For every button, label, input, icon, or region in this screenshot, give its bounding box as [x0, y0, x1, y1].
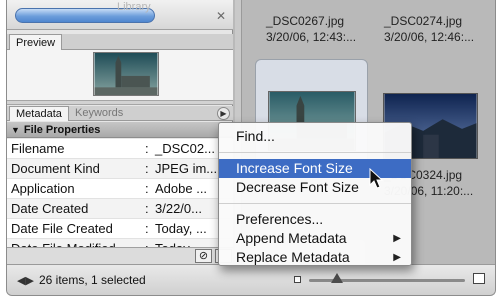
- left-panel: Library ✕ Preview Metadata Keywords ▶ ▼ …: [7, 0, 233, 264]
- row-key: Filename: [11, 141, 65, 156]
- row-value: Today, ...: [155, 221, 207, 236]
- library-label: Library: [117, 1, 151, 13]
- row-sep: :: [145, 239, 149, 247]
- metadata-row: Document Kind : JPEG im...: [7, 159, 233, 179]
- metadata-row: Application : Adobe ...: [7, 179, 233, 199]
- close-icon[interactable]: ✕: [213, 8, 229, 24]
- file-properties-header[interactable]: ▼ File Properties: [7, 122, 233, 138]
- small-thumbnail-icon[interactable]: [294, 276, 301, 283]
- status-text: 26 items, 1 selected: [39, 273, 146, 287]
- folders-strip: Library ✕: [7, 0, 233, 30]
- thumb-date: 3/20/06, 12:46:...: [384, 30, 475, 44]
- row-key: Date Created: [11, 201, 89, 216]
- metadata-tabbar: Metadata Keywords ▶: [7, 106, 233, 121]
- thumb-filename: _DSC0274.jpg: [384, 14, 463, 28]
- menu-item-append-metadata[interactable]: Append Metadata ▶: [219, 229, 411, 248]
- tab-preview[interactable]: Preview: [9, 34, 63, 50]
- preview-image: [93, 52, 159, 96]
- status-bar: ◀▶ 26 items, 1 selected: [7, 264, 495, 295]
- row-value: _DSC02...: [155, 141, 215, 156]
- menu-item-label: Find...: [236, 128, 275, 144]
- row-value: Today, ...: [155, 239, 207, 247]
- left-right-arrows-icon[interactable]: ◀▶: [17, 274, 34, 287]
- row-value: Adobe ...: [155, 181, 208, 196]
- row-key: Application: [11, 181, 75, 196]
- right-triangle-icon: ▶: [220, 109, 227, 118]
- thumb-date: 3/20/06, 12:43:...: [266, 30, 357, 44]
- menu-item-label: Decrease Font Size: [236, 179, 359, 195]
- row-sep: :: [145, 181, 149, 196]
- tab-keywords[interactable]: Keywords: [69, 106, 129, 121]
- mouse-pointer-icon: [369, 168, 383, 189]
- row-sep: :: [145, 201, 149, 216]
- preview-pane: [7, 50, 233, 100]
- row-key: Document Kind: [11, 161, 100, 176]
- metadata-row: Date Created : 3/22/0...: [7, 199, 233, 219]
- metadata-row: Filename : _DSC02...: [7, 139, 233, 159]
- submenu-arrow-icon: ▶: [393, 252, 401, 263]
- metadata-list: Filename : _DSC02... Document Kind : JPE…: [7, 139, 233, 247]
- panel-footer: ⊘: [7, 247, 233, 264]
- row-value: JPEG im...: [155, 161, 218, 176]
- metadata-row: Date File Modified : Today, ...: [7, 239, 233, 247]
- slider-handle[interactable]: [331, 273, 343, 283]
- menu-item-replace-metadata[interactable]: Replace Metadata ▶: [219, 248, 411, 267]
- menu-item-label: Replace Metadata: [236, 249, 350, 265]
- row-value: 3/22/0...: [155, 201, 202, 216]
- prohibited-icon[interactable]: ⊘: [195, 249, 212, 263]
- row-key: Date File Modified: [11, 239, 116, 247]
- menu-separator: [219, 152, 411, 153]
- row-key: Date File Created: [11, 221, 113, 236]
- context-menu: Find... Increase Font Size Decrease Font…: [218, 122, 412, 266]
- row-sep: :: [145, 161, 149, 176]
- menu-item-label: Append Metadata: [236, 230, 347, 246]
- menu-item-preferences[interactable]: Preferences...: [219, 210, 411, 229]
- menu-separator: [219, 203, 411, 204]
- menu-item-label: Increase Font Size: [236, 160, 353, 176]
- metadata-row: Date File Created : Today, ...: [7, 219, 233, 239]
- row-sep: :: [145, 221, 149, 236]
- row-sep: :: [145, 141, 149, 156]
- preview-tabbar: Preview: [7, 34, 233, 50]
- panel-splitter[interactable]: [7, 100, 233, 105]
- tab-metadata[interactable]: Metadata: [9, 106, 69, 121]
- panel-menu-button[interactable]: ▶: [217, 107, 230, 120]
- menu-item-label: Preferences...: [236, 211, 324, 227]
- menu-item-find[interactable]: Find...: [219, 127, 411, 146]
- disclosure-triangle-icon[interactable]: ▼: [11, 125, 20, 135]
- large-thumbnail-icon[interactable]: [473, 273, 485, 284]
- submenu-arrow-icon: ▶: [393, 233, 401, 244]
- thumb-filename: _DSC0267.jpg: [266, 14, 345, 28]
- section-title: File Properties: [23, 124, 101, 136]
